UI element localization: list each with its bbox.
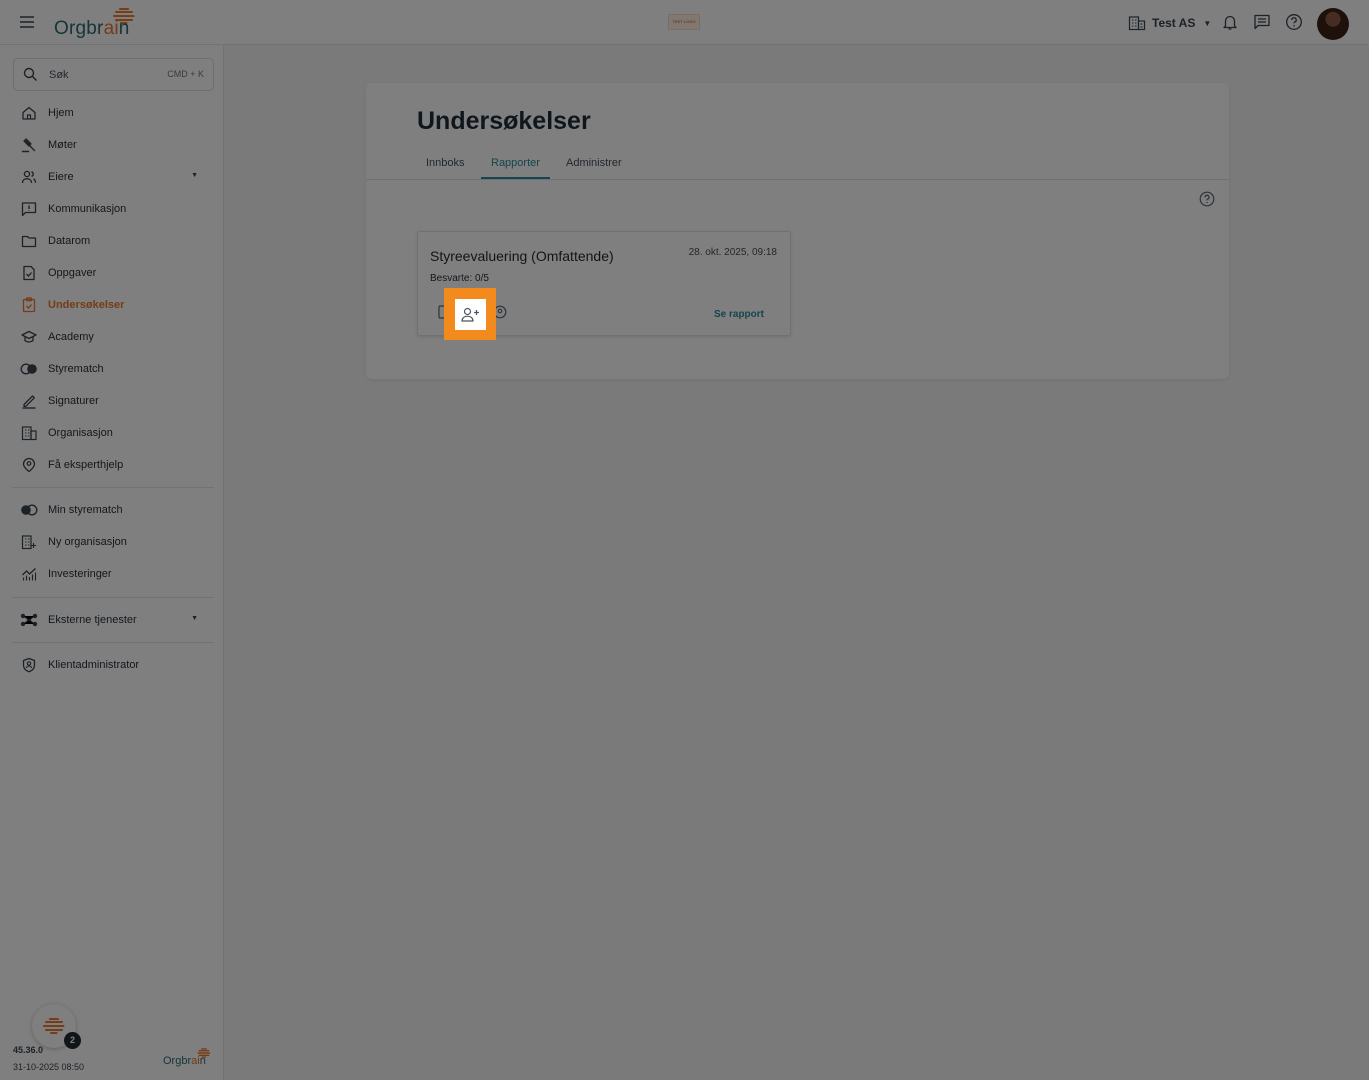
dim-overlay <box>0 0 1369 1080</box>
person-add-icon <box>461 307 479 322</box>
add-person-button[interactable] <box>455 299 486 330</box>
